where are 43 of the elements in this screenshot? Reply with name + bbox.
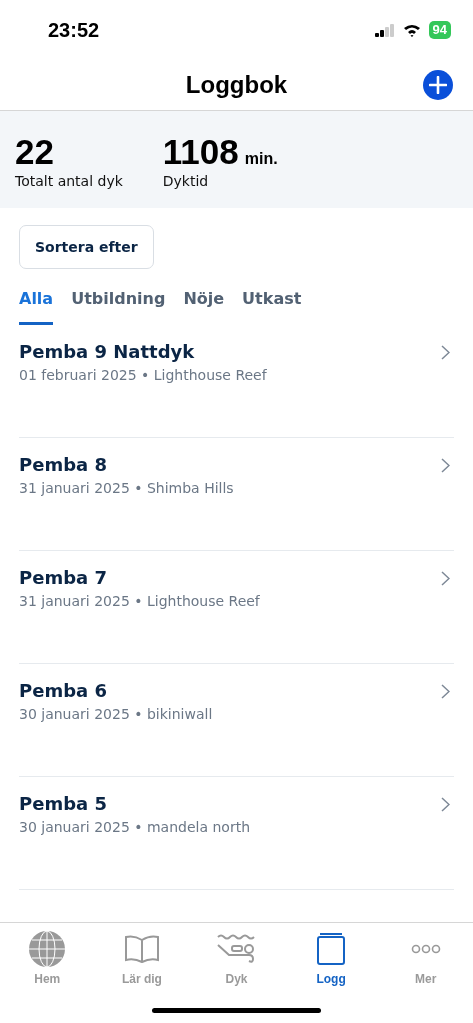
chevron-icon [441, 797, 450, 812]
dive-title: Pemba 7 [19, 567, 108, 588]
filter-tab[interactable]: Nöje [183, 285, 225, 325]
chevron-icon [441, 571, 450, 586]
signal-icon [374, 23, 395, 37]
screen-title: Loggbok [185, 71, 288, 99]
chevron-icon [441, 684, 450, 699]
dive-row[interactable]: Pemba 7 31 januari 2025 • Lighthouse Reef [19, 551, 454, 664]
dive-details: 01 februari 2025 • Lighthouse Reef [19, 367, 267, 383]
dive-details: 30 januari 2025 • bikiniwall [19, 706, 213, 722]
dive-row[interactable]: Pemba 8 31 januari 2025 • Shimba Hills [19, 438, 454, 551]
filter-tab[interactable]: Alla [19, 285, 54, 325]
status-time: 23:52 [48, 18, 100, 42]
battery-level: 94 [428, 21, 451, 39]
dive-row[interactable]: Pemba 9 Nattdyk 01 februari 2025 • Lighthouse Reef [19, 325, 454, 438]
plus-icon [429, 76, 447, 94]
nav-tab[interactable]: Logg [291, 929, 372, 1023]
stat-label: Totalt antal dyk [15, 173, 123, 189]
book-icon [123, 934, 160, 964]
wifi-icon [402, 23, 421, 37]
dive-title: Pemba 6 [19, 680, 108, 701]
sort-button[interactable]: Sortera efter [19, 225, 154, 269]
stat-unit: min. [244, 150, 278, 168]
logbook-icon [316, 933, 347, 965]
dive-title: Pemba 9 Nattdyk [19, 341, 196, 362]
filter-tab[interactable]: Utbildning [71, 285, 166, 325]
dive-row[interactable]: Pemba 5 30 januari 2025 • mandela north [19, 777, 454, 890]
globe-icon [28, 930, 67, 968]
chevron-icon [441, 345, 450, 360]
stat-label: Dyktid [162, 173, 210, 189]
dive-details: 31 januari 2025 • Shimba Hills [19, 480, 234, 496]
dive-title: Pemba 5 [19, 793, 108, 814]
dive-details: 31 januari 2025 • Lighthouse Reef [19, 593, 260, 609]
filter-tab[interactable]: Utkast [242, 285, 302, 325]
dive-details: 30 januari 2025 • mandela north [19, 819, 250, 835]
add-button[interactable] [423, 70, 453, 100]
stat-value: 1108 [162, 133, 239, 171]
more-icon [410, 944, 441, 954]
dive-title: Pemba 8 [19, 454, 108, 475]
diver-icon [217, 933, 256, 965]
dive-row[interactable]: Pemba 6 30 januari 2025 • bikiniwall [19, 664, 454, 777]
chevron-icon [441, 458, 450, 473]
stat-value: 22 [15, 133, 54, 171]
